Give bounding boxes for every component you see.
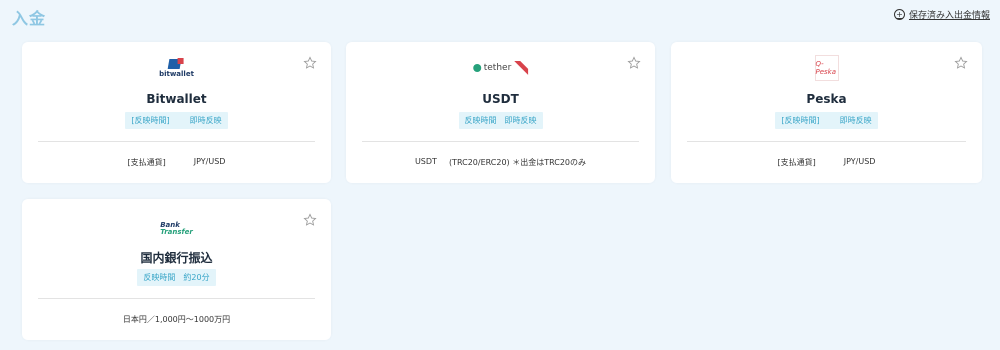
page-title: 入金 [12, 9, 47, 28]
card-info: [支払通貨] JPY/USD [22, 157, 331, 168]
tag-value: 即時反映 [839, 116, 872, 125]
tag-value: 約20分 [183, 273, 210, 282]
transfer-logo-text: Transfer [160, 228, 193, 236]
tether-logo-text: tether [483, 63, 512, 73]
bitwallet-logo-text: bitwallet [159, 70, 194, 78]
info-label: [支払通貨] [127, 158, 166, 167]
tether-logo: tether [472, 56, 529, 80]
tag-box: [反映時間] 即時反映 [125, 112, 228, 129]
payment-card-peska[interactable]: Q-Peska Peska [反映時間] 即時反映 [支払通貨] JPY/USD [671, 42, 982, 183]
tag-label: [反映時間] [781, 116, 820, 125]
payment-card-bank-transfer[interactable]: Bank Transfer 国内銀行振込 反映時間 約20分 日本円／1,000… [22, 199, 331, 340]
divider [38, 141, 315, 142]
star-icon[interactable] [954, 56, 968, 70]
tag-label: 反映時間 [143, 273, 176, 282]
star-icon[interactable] [303, 56, 317, 70]
peska-logo-text: Q-Peska [814, 55, 839, 81]
divider [38, 298, 315, 299]
tag-label: 反映時間 [464, 116, 497, 125]
tag-value: 即時反映 [504, 116, 537, 125]
divider [362, 141, 639, 142]
star-icon[interactable] [303, 213, 317, 227]
card-info: USDT (TRC20/ERC20) ＊出金はTRC20のみ [346, 157, 655, 168]
tag-box: [反映時間] 即時反映 [775, 112, 878, 129]
info-value: JPY/USD [843, 157, 876, 166]
tag-label: [反映時間] [131, 116, 170, 125]
tag-box: 反映時間 即時反映 [458, 112, 543, 129]
card-name: Peska [806, 92, 847, 106]
info-label: [支払通貨] [777, 158, 816, 167]
card-info: [支払通貨] JPY/USD [671, 157, 982, 168]
bank-transfer-logo: Bank Transfer [160, 217, 193, 241]
tag-value: 即時反映 [189, 116, 222, 125]
star-icon[interactable] [627, 56, 641, 70]
saved-info-link[interactable]: + 保存済み入出金情報 [893, 8, 990, 21]
divider [687, 141, 966, 142]
plus-circle-icon: + [893, 9, 905, 20]
payment-card-bitwallet[interactable]: bitwallet Bitwallet [反映時間] 即時反映 [支払通貨] J… [22, 42, 331, 183]
info-label: 日本円／1,000円〜1000万円 [122, 315, 231, 324]
payment-card-usdt[interactable]: tether USDT 反映時間 即時反映 USDT (TRC20/ERC20)… [346, 42, 655, 183]
card-name: Bitwallet [146, 92, 207, 106]
saved-info-label: 保存済み入出金情報 [908, 11, 990, 21]
card-name: 国内銀行振込 [140, 251, 213, 265]
info-label: USDT [414, 157, 437, 166]
tether-icon [472, 64, 481, 72]
new-ribbon-icon [514, 61, 529, 75]
peska-logo: Q-Peska [814, 55, 839, 81]
info-value: JPY/USD [193, 157, 226, 166]
info-value: (TRC20/ERC20) ＊出金はTRC20のみ [448, 158, 587, 167]
card-name: USDT [482, 92, 519, 106]
bitwallet-mark-icon [167, 58, 184, 69]
card-info: 日本円／1,000円〜1000万円 [22, 314, 331, 325]
bitwallet-logo: bitwallet [159, 56, 194, 80]
tag-box: 反映時間 約20分 [137, 269, 216, 286]
